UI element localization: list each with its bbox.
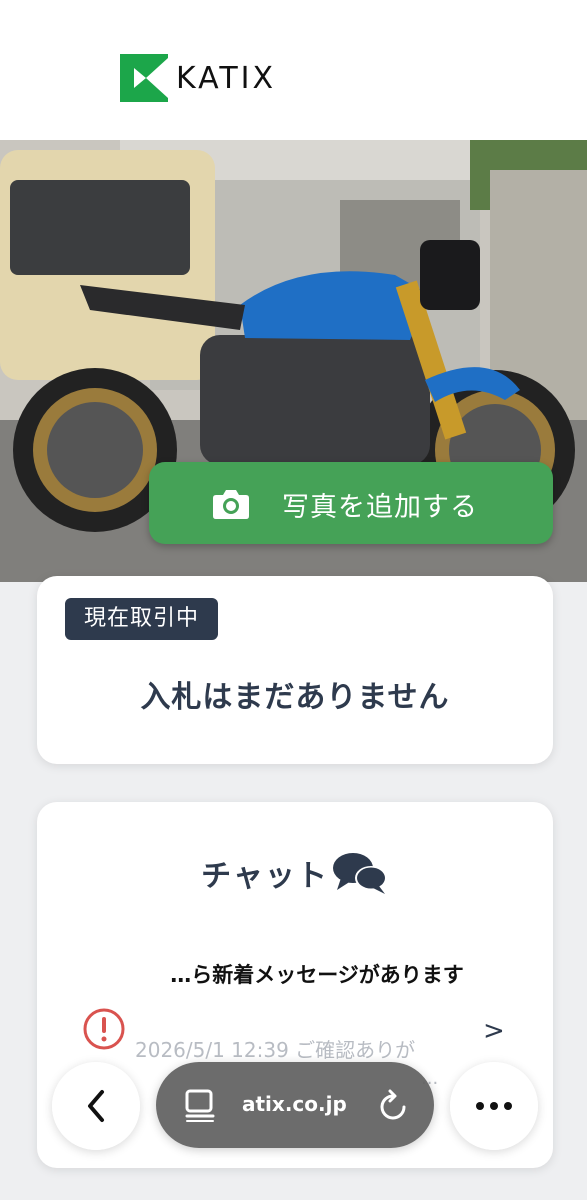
katix-logo[interactable]: KATIX [120,54,276,102]
chat-latest-message: …ら新着メッセージがあります [157,958,477,992]
chat-message-meta: 2026/5/1 12:39 ご確認ありが [135,1038,416,1062]
more-button[interactable] [450,1062,538,1150]
add-photo-label: 写真を追加する [282,492,478,523]
bid-status-message: 入札はまだありません [140,680,450,715]
chevron-left-icon [88,1090,104,1122]
back-button[interactable] [52,1062,140,1150]
status-badge: 現在取引中 [65,598,219,640]
chat-message-text: ら新着メッセージがあります [191,963,464,987]
address-bar[interactable]: atix.co.jp [156,1062,434,1148]
chat-title: チャット [201,859,329,894]
header: KATIX [0,0,587,140]
url-text: atix.co.jp [242,1092,347,1116]
page-menu-icon [185,1089,215,1122]
chat-message-prefix: … [170,963,192,987]
chat-bubbles-icon [332,853,387,894]
more-icon [476,1102,512,1110]
chat-open-arrow[interactable]: > [483,1016,505,1046]
bid-status-card: 現在取引中 入札はまだありません [37,576,553,764]
add-photo-button[interactable]: 写真を追加する [149,462,553,544]
alert-icon [83,1008,125,1050]
camera-icon [213,490,249,519]
chat-header: チャット [37,850,553,896]
reload-icon[interactable] [378,1088,410,1122]
katix-logo-mark [120,54,168,102]
brand-name: KATIX [176,60,277,96]
